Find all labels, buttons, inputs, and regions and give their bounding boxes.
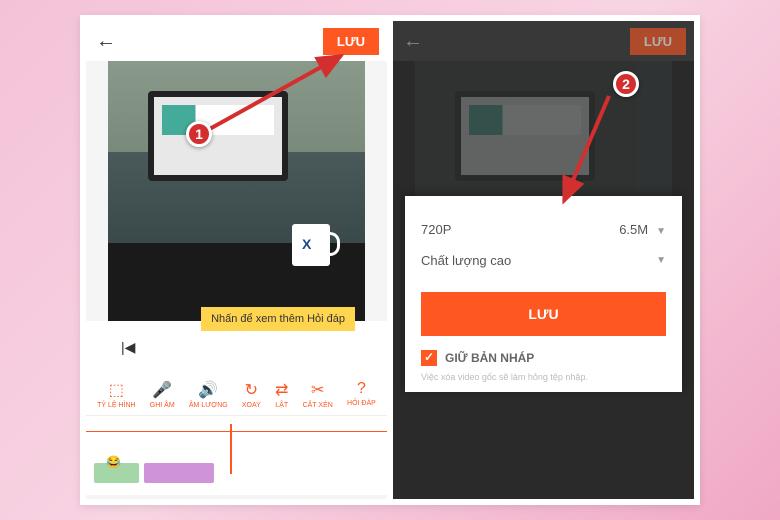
file-size: 6.5M [619, 222, 648, 237]
tool-help[interactable]: ?HỎI ĐÁP [347, 380, 376, 409]
draft-hint: Việc xóa video gốc sẽ làm hỏng tệp nhập. [421, 372, 666, 382]
clip-1[interactable]: 😂 [94, 463, 139, 483]
chevron-down-icon: ▼ [656, 226, 666, 237]
flip-icon: ⇄ [275, 380, 288, 400]
mug-graphic: X [292, 224, 330, 266]
tool-aspect[interactable]: ⬚TỶ LỆ HÌNH [97, 380, 136, 409]
playhead[interactable] [230, 424, 232, 474]
volume-icon: 🔊 [198, 380, 218, 400]
tool-volume[interactable]: 🔊ÂM LƯỢNG [189, 380, 228, 409]
tutorial-frame: ← LƯU X Nhấn để xem thêm Hỏi đáp |◀ ⬚TỶ … [80, 15, 700, 505]
tool-record[interactable]: 🎤GHI ÂM [150, 380, 175, 409]
prev-icon[interactable]: |◀ [121, 339, 135, 356]
mic-icon: 🎤 [152, 380, 172, 400]
help-tooltip[interactable]: Nhấn để xem thêm Hỏi đáp [201, 307, 355, 331]
annotation-badge-2: 2 [613, 71, 639, 97]
crop-icon: ✂ [311, 380, 324, 400]
back-icon[interactable]: ← [94, 29, 118, 53]
tool-bar: ⬚TỶ LỆ HÌNH 🎤GHI ÂM 🔊ÂM LƯỢNG ↻XOAY ⇄LẬT… [86, 374, 387, 415]
export-save-button[interactable]: LƯU [421, 292, 666, 336]
rotate-icon: ↻ [245, 380, 258, 400]
top-bar-dim: ← LƯU [393, 21, 694, 61]
tool-crop[interactable]: ✂CẮT XÉN [303, 380, 333, 409]
aspect-icon: ⬚ [109, 380, 124, 400]
annotation-arrow-2 [554, 91, 624, 216]
annotation-badge-1: 1 [186, 121, 212, 147]
timeline-track [86, 431, 387, 432]
quality-value: Chất lượng cao [421, 253, 511, 268]
draft-checkbox[interactable] [421, 350, 437, 366]
quality-row[interactable]: Chất lượng cao ▼ [421, 245, 666, 276]
tool-flip[interactable]: ⇄LẬT [275, 380, 288, 409]
save-button-dim: LƯU [630, 28, 686, 55]
timeline[interactable]: 😂 [86, 415, 387, 495]
tool-rotate[interactable]: ↻XOAY [242, 380, 261, 409]
keep-draft-row[interactable]: GIỮ BẢN NHÁP [421, 350, 666, 366]
back-icon: ← [401, 29, 425, 53]
export-modal: 720P 6.5M ▼ Chất lượng cao ▼ LƯU GIỮ BẢN … [405, 196, 682, 392]
resolution-row[interactable]: 720P 6.5M ▼ [421, 214, 666, 245]
export-screen: ← LƯU 720P 6.5M ▼ Chất lượng cao ▼ LƯU GI… [393, 21, 694, 499]
draft-label: GIỮ BẢN NHÁP [445, 351, 534, 365]
chevron-down-icon: ▼ [656, 255, 666, 266]
annotation-arrow-1 [201, 51, 351, 146]
resolution-value: 720P [421, 222, 451, 237]
clip-2[interactable] [144, 463, 214, 483]
help-icon: ? [357, 380, 366, 398]
editor-screen: ← LƯU X Nhấn để xem thêm Hỏi đáp |◀ ⬚TỶ … [86, 21, 387, 499]
